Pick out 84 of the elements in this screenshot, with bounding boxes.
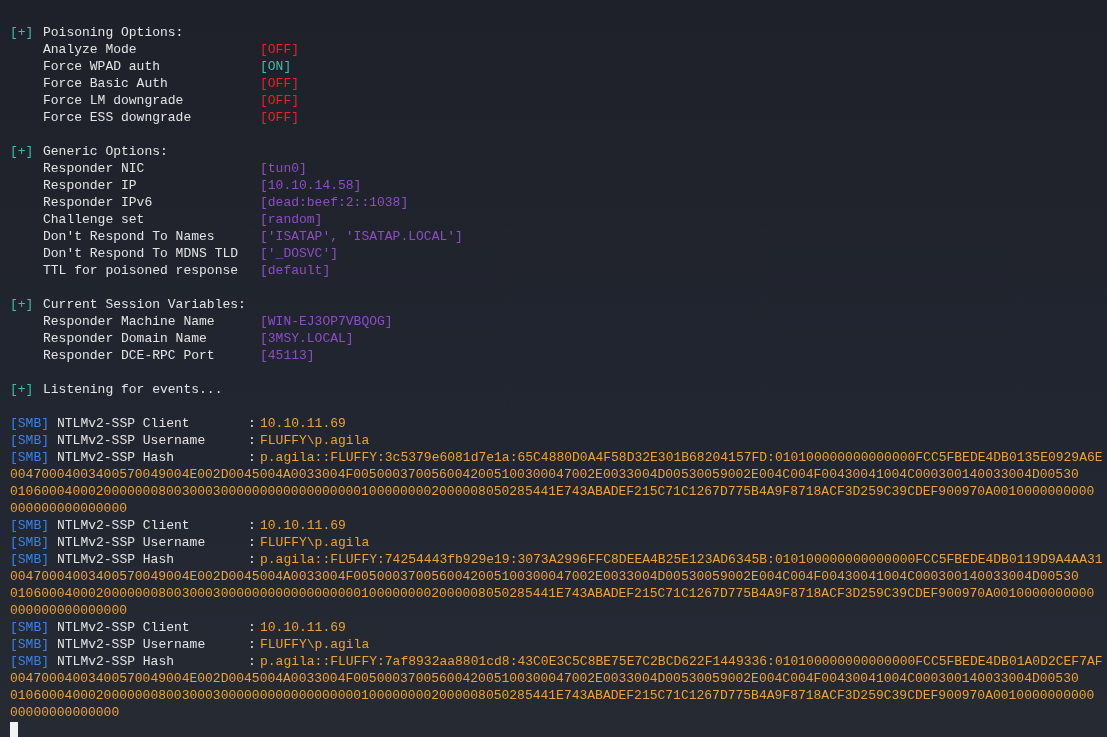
option-label: Force Basic Auth xyxy=(43,75,169,92)
protocol-tag: [SMB] xyxy=(10,432,57,449)
protocol-tag: [SMB] xyxy=(10,415,57,432)
option-value: [default] xyxy=(260,262,331,279)
colon-separator: : xyxy=(248,653,257,670)
status-message: Listening for events... xyxy=(43,381,223,398)
toggle-status: [ON] xyxy=(260,58,292,75)
event-value: FLUFFY\p.agila xyxy=(260,636,370,653)
toggle-status: [OFF] xyxy=(260,41,299,58)
option-value: ['ISATAP', 'ISATAP.LOCAL'] xyxy=(260,228,463,245)
protocol-tag: [SMB] xyxy=(10,619,57,636)
event-label: NTLMv2-SSP Hash xyxy=(57,653,176,670)
option-value: [dead:beef:2::1038] xyxy=(260,194,409,211)
option-label: Force ESS downgrade xyxy=(43,109,193,126)
hash-continuation: 0106000400020000000800300030000000000000000001000000002000008050285441E743ABADEF215C71C1267D775B4A9F8718ACF3D259C39CDEF900970A0010000000000 xyxy=(10,483,1095,500)
event-label: NTLMv2-SSP Hash xyxy=(57,551,176,568)
event-value: FLUFFY\p.agila xyxy=(260,534,370,551)
hash-continuation: 0106000400020000000800300030000000000000000001000000002000008050285441E743ABADEF215C71C1267D775B4A9F8718ACF3D259C39CDEF900970A0010000000000 xyxy=(10,687,1095,704)
hash-continuation: 00000000000000 xyxy=(10,704,120,721)
terminal-cursor xyxy=(10,722,18,737)
hash-continuation: 000000000000000 xyxy=(10,500,128,517)
protocol-tag: [SMB] xyxy=(10,653,57,670)
option-label: Responder NIC xyxy=(43,160,146,177)
option-value: [10.10.14.58] xyxy=(260,177,362,194)
protocol-tag: [SMB] xyxy=(10,449,57,466)
option-label: Responder DCE-RPC Port xyxy=(43,347,216,364)
event-value: 10.10.11.69 xyxy=(260,415,346,432)
event-value: p.agila::FLUFFY:74254443fb929e19:3073A2996FFC8DEEA4B25E123AD6345B:010100000000000000FCC5FBEDE4DB0119D9A4AA31 xyxy=(260,551,1103,568)
option-value: [random] xyxy=(260,211,323,228)
option-value: ['_DOSVC'] xyxy=(260,245,338,262)
event-label: NTLMv2-SSP Client xyxy=(57,415,191,432)
option-value: [WIN-EJ3OP7VBQOG] xyxy=(260,313,393,330)
option-label: Responder Machine Name xyxy=(43,313,216,330)
option-label: Analyze Mode xyxy=(43,41,138,58)
section-marker: [+] xyxy=(10,296,35,313)
hash-continuation: 00470004003400570049004E002D0045004A0033004F0050003700560042005100300047002E0033004D00530059002E004C004F00430041004C000300140033004D00530 xyxy=(10,568,1079,585)
toggle-status: [OFF] xyxy=(260,92,299,109)
option-label: Don't Respond To Names xyxy=(43,228,216,245)
colon-separator: : xyxy=(248,415,257,432)
toggle-status: [OFF] xyxy=(260,75,299,92)
section-marker: [+] xyxy=(10,24,35,41)
option-value: [tun0] xyxy=(260,160,307,177)
colon-separator: : xyxy=(248,517,257,534)
option-label: Force WPAD auth xyxy=(43,58,162,75)
colon-separator: : xyxy=(248,619,257,636)
option-label: Responder Domain Name xyxy=(43,330,208,347)
option-label: Responder IP xyxy=(43,177,138,194)
option-label: Challenge set xyxy=(43,211,146,228)
hash-continuation: 000000000000000 xyxy=(10,602,128,619)
event-value: 10.10.11.69 xyxy=(260,517,346,534)
event-value: p.agila::FLUFFY:3c5379e6081d7e1a:65C4880D0A4F58D32E301B68204157FD:010100000000000000FCC5FBEDE4DB0135E0929A6E xyxy=(260,449,1103,466)
event-value: FLUFFY\p.agila xyxy=(260,432,370,449)
event-label: NTLMv2-SSP Username xyxy=(57,636,207,653)
hash-continuation: 00470004003400570049004E002D0045004A0033004F0050003700560042005100300047002E0033004D00530059002E004C004F00430041004C000300140033004D00530 xyxy=(10,466,1079,483)
option-label: Responder IPv6 xyxy=(43,194,154,211)
colon-separator: : xyxy=(248,432,257,449)
option-label: Force LM downgrade xyxy=(43,92,185,109)
section-marker: [+] xyxy=(10,143,35,160)
option-label: TTL for poisoned response xyxy=(43,262,240,279)
event-value: p.agila::FLUFFY:7af8932aa8801cd8:43C0E3C5C8BE75E7C2BCD622F1449336:010100000000000000FCC5FBEDE4DB01A0D2CEF7AF xyxy=(260,653,1103,670)
protocol-tag: [SMB] xyxy=(10,636,57,653)
event-label: NTLMv2-SSP Hash xyxy=(57,449,176,466)
option-label: Don't Respond To MDNS TLD xyxy=(43,245,240,262)
colon-separator: : xyxy=(248,449,257,466)
hash-continuation: 00470004003400570049004E002D0045004A0033004F0050003700560042005100300047002E0033004D00530059002E004C004F00430041004C000300140033004D00530 xyxy=(10,670,1079,687)
hash-continuation: 0106000400020000000800300030000000000000000001000000002000008050285441E743ABADEF215C71C1267D775B4A9F8718ACF3D259C39CDEF900970A0010000000000 xyxy=(10,585,1095,602)
event-label: NTLMv2-SSP Username xyxy=(57,432,207,449)
protocol-tag: [SMB] xyxy=(10,534,57,551)
protocol-tag: [SMB] xyxy=(10,551,57,568)
protocol-tag: [SMB] xyxy=(10,517,57,534)
event-value: 10.10.11.69 xyxy=(260,619,346,636)
colon-separator: : xyxy=(248,551,257,568)
section-heading: Current Session Variables: xyxy=(43,296,246,313)
event-label: NTLMv2-SSP Client xyxy=(57,517,191,534)
event-label: NTLMv2-SSP Client xyxy=(57,619,191,636)
section-marker: [+] xyxy=(10,381,35,398)
colon-separator: : xyxy=(248,534,257,551)
toggle-status: [OFF] xyxy=(260,109,299,126)
section-heading: Generic Options: xyxy=(43,143,168,160)
section-heading: Poisoning Options: xyxy=(43,24,184,41)
option-value: [45113] xyxy=(260,347,315,364)
event-label: NTLMv2-SSP Username xyxy=(57,534,207,551)
option-value: [3MSY.LOCAL] xyxy=(260,330,354,347)
colon-separator: : xyxy=(248,636,257,653)
